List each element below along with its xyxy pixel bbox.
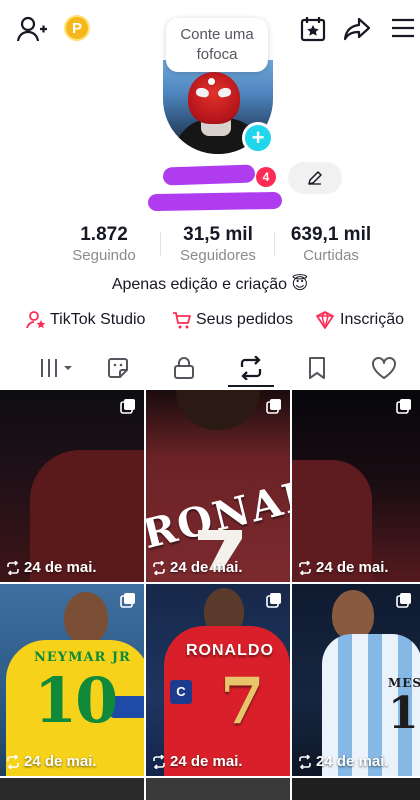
stat-value: 639,1 mil	[290, 224, 372, 245]
repost-date: 24 de mai.	[6, 753, 97, 770]
date-text: 24 de mai.	[316, 559, 389, 576]
calendar-star-icon[interactable]	[298, 14, 328, 44]
multi-image-icon	[266, 592, 282, 613]
repost-small-icon	[299, 754, 311, 769]
tab-liked[interactable]	[364, 352, 404, 384]
stat-label: Seguindo	[72, 247, 136, 264]
captain-armband: C	[170, 680, 192, 704]
video-thumbnail[interactable]	[292, 778, 420, 800]
tab-private[interactable]	[164, 352, 204, 384]
jersey-name: RONALDO	[146, 452, 290, 559]
stat-divider	[160, 232, 161, 256]
date-text: 24 de mai.	[24, 753, 97, 770]
notification-badge[interactable]: 4	[256, 167, 276, 187]
repost-icon	[240, 356, 262, 380]
date-text: 24 de mai.	[170, 753, 243, 770]
subscription-icon	[316, 310, 334, 329]
stat-value: 1.872	[80, 224, 128, 245]
video-thumbnail[interactable]: MESSI 10 24 de mai.	[292, 584, 420, 776]
redacted-display-name	[162, 164, 256, 186]
redacted-username	[147, 191, 283, 212]
profile-links: TikTok Studio Seus pedidos Inscrição	[0, 310, 420, 332]
jersey-name: NEYMAR JR	[34, 650, 131, 665]
tab-videos[interactable]	[36, 352, 76, 384]
lock-icon	[174, 357, 194, 379]
multi-image-icon	[120, 398, 136, 419]
repost-small-icon	[7, 560, 19, 575]
tab-stickers[interactable]	[98, 352, 138, 384]
content-tabs	[0, 348, 420, 388]
repost-small-icon	[7, 754, 19, 769]
multi-image-icon	[120, 592, 136, 613]
jersey-name: RONALDO	[186, 642, 274, 659]
stat-label: Seguidores	[180, 247, 256, 264]
date-text: 24 de mai.	[24, 559, 97, 576]
coin-badge-icon: P	[64, 15, 90, 41]
stat-value: 31,5 mil	[183, 224, 253, 245]
date-text: 24 de mai.	[170, 559, 243, 576]
video-thumbnail[interactable]: 24 de mai.	[292, 390, 420, 582]
thumb-shape	[176, 390, 260, 430]
stat-divider	[274, 232, 275, 256]
studio-icon	[26, 311, 46, 329]
video-thumbnail[interactable]: RONALDO 24 de mai.	[146, 390, 290, 582]
share-icon[interactable]	[342, 14, 372, 44]
stat-label: Curtidas	[303, 247, 359, 264]
heart-icon	[372, 357, 396, 379]
link-label: Inscrição	[340, 311, 405, 328]
video-thumbnail[interactable]: NEYMAR JR 10 24 de mai.	[0, 584, 144, 776]
cart-icon	[173, 312, 191, 329]
menu-icon[interactable]	[390, 16, 416, 40]
date-text: 24 de mai.	[316, 753, 389, 770]
jersey-number: 10	[34, 664, 118, 737]
bio-text: Apenas edição e criação 😇	[111, 276, 309, 293]
repost-grid: 24 de mai. RONALDO 24 de mai. 24 de mai.…	[0, 390, 420, 800]
repost-small-icon	[153, 754, 165, 769]
repost-small-icon	[299, 560, 311, 575]
tab-reposts[interactable]	[231, 352, 271, 384]
add-story-icon[interactable]: +	[242, 122, 274, 154]
orders-link[interactable]: Seus pedidos	[172, 310, 293, 330]
video-thumbnail[interactable]	[146, 778, 290, 800]
repost-date: 24 de mai.	[6, 559, 97, 576]
jersey-number: 10	[388, 688, 420, 739]
subscription-link[interactable]: Inscrição	[314, 310, 404, 330]
stat-following[interactable]: 1.872 Seguindo	[49, 224, 159, 264]
edit-profile-button[interactable]	[288, 162, 342, 194]
video-thumbnail[interactable]: C RONALDO 7 24 de mai.	[146, 584, 290, 776]
repost-date: 24 de mai.	[298, 753, 389, 770]
video-thumbnail[interactable]	[0, 778, 144, 800]
profile-stats: 1.872 Seguindo 31,5 mil Seguidores 639,1…	[0, 224, 420, 266]
status-bubble-text: Conte uma fofoca	[180, 26, 254, 63]
grid-icon	[40, 359, 72, 377]
repost-date: 24 de mai.	[152, 753, 243, 770]
link-label: TikTok Studio	[50, 311, 146, 328]
player-head	[332, 590, 374, 640]
repost-date: 24 de mai.	[152, 559, 243, 576]
sticker-icon	[108, 358, 128, 378]
jersey-number: 7	[220, 664, 266, 739]
video-thumbnail[interactable]: 24 de mai.	[0, 390, 144, 582]
multi-image-icon	[396, 592, 412, 613]
active-tab-indicator	[228, 385, 274, 387]
bubble-tail	[208, 78, 215, 85]
player-head	[64, 592, 108, 644]
repost-date: 24 de mai.	[298, 559, 389, 576]
stat-followers[interactable]: 31,5 mil Seguidores	[163, 224, 273, 264]
tab-favorites[interactable]	[297, 352, 337, 384]
tiktok-studio-link[interactable]: TikTok Studio	[26, 310, 145, 330]
bookmark-icon	[309, 357, 325, 379]
repost-small-icon	[153, 560, 165, 575]
pencil-icon	[308, 171, 322, 185]
multi-image-icon	[266, 398, 282, 419]
coins-icon[interactable]: P	[64, 15, 90, 41]
stat-likes[interactable]: 639,1 mil Curtidas	[276, 224, 386, 264]
multi-image-icon	[396, 398, 412, 419]
link-label: Seus pedidos	[196, 311, 293, 328]
status-bubble[interactable]: Conte uma fofoca	[166, 18, 268, 72]
add-friend-icon[interactable]	[16, 14, 48, 44]
